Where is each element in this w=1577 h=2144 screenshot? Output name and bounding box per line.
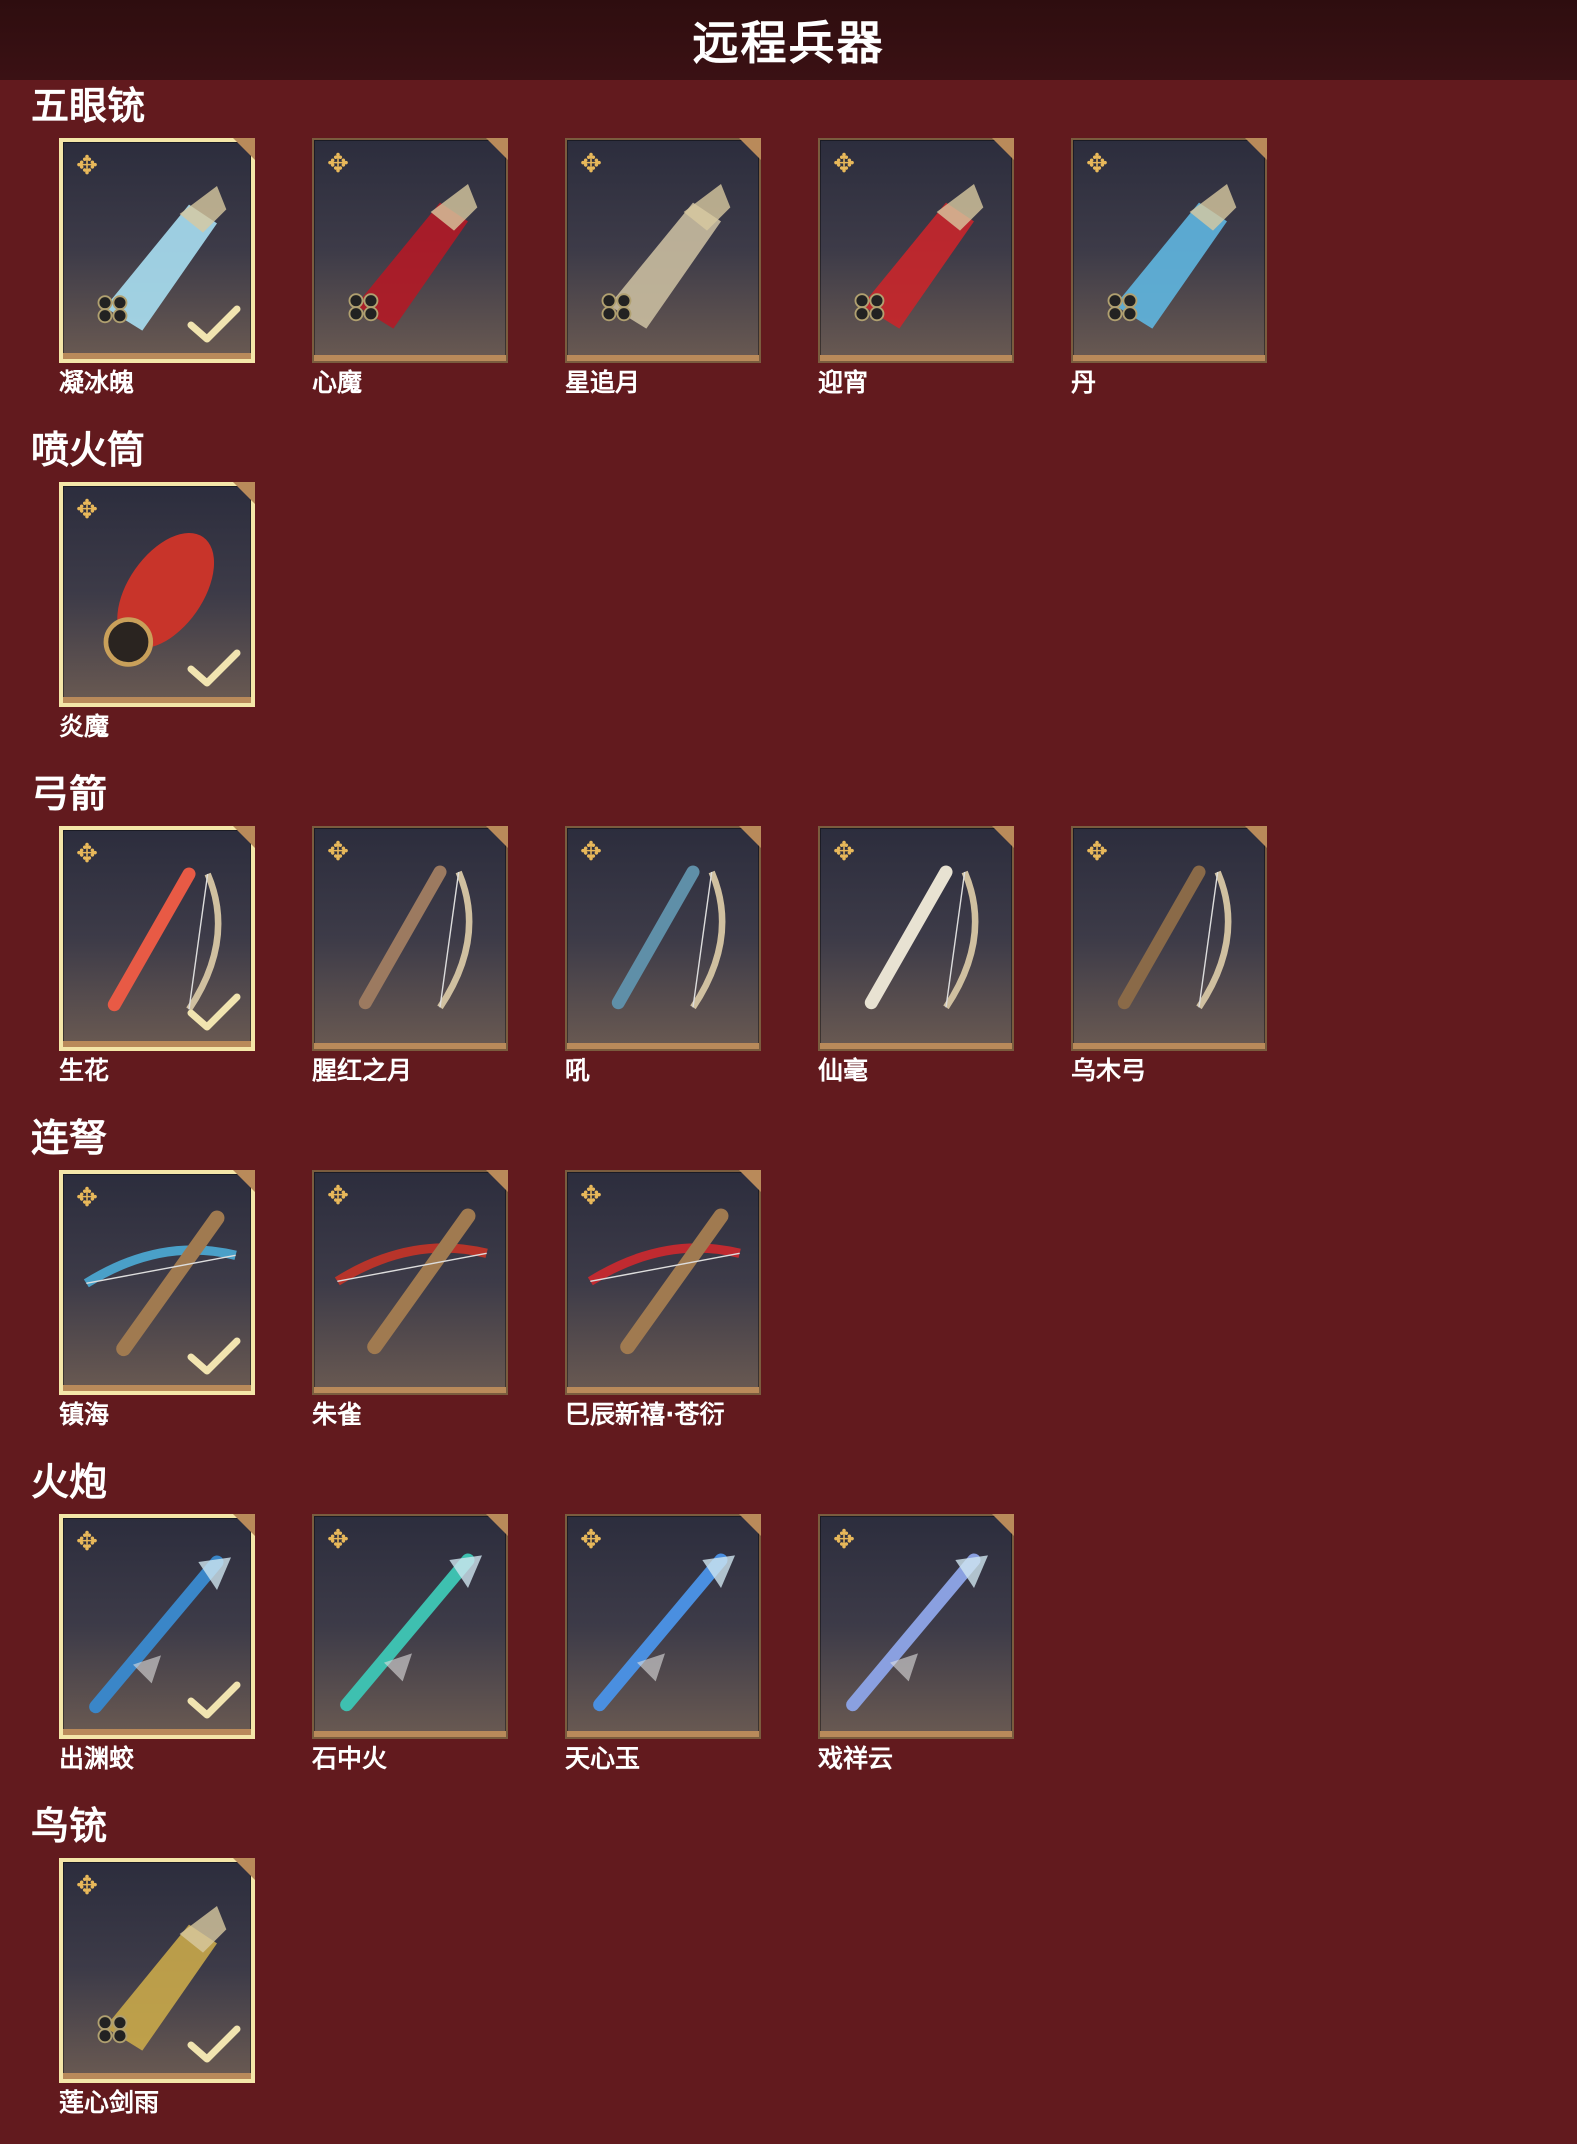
corner-tag-icon [486,1170,508,1192]
weapon-skin-card[interactable]: ✥ [818,826,1014,1051]
corner-tag-icon [1245,138,1267,160]
weapon-skin-card[interactable]: ✥ [1071,138,1267,363]
weapon-skin-name: 莲心剑雨 [59,2088,160,2117]
corner-tag-icon [992,1514,1014,1536]
checkmark-icon [187,993,241,1031]
page-title: 远程兵器 [692,16,885,70]
weapon-skin-card[interactable]: ✥ [59,482,255,707]
corner-tag-icon [739,1514,761,1536]
bow-roar-icon [611,865,726,1010]
bow-immortal-icon [864,865,979,1010]
weapon-skin-name: 凝冰魄 [59,368,135,397]
weapon-skin-name: 巳辰新禧·苍衍 [565,1400,725,1429]
corner-tag-icon [739,1170,761,1192]
category-title: 喷火筒 [31,428,146,472]
weapon-skin-card[interactable]: ✥ [59,1170,255,1395]
category-title: 连弩 [31,1116,108,1160]
weapon-skin-card[interactable]: ✥ [59,1514,255,1739]
bow-ebony-icon [1117,865,1232,1010]
corner-tag-icon [233,138,255,160]
weapon-skin-name: 生花 [59,1056,110,1085]
weapon-skin-name: 仙毫 [818,1056,869,1085]
checkmark-icon [187,649,241,687]
checkmark-icon [187,1681,241,1719]
cannon-stone-fire-icon [340,1553,482,1712]
cannon-cloud-icon [846,1553,988,1712]
checkmark-icon [187,2025,241,2063]
weapon-skin-card[interactable]: ✥ [312,1170,508,1395]
corner-tag-icon [233,1170,255,1192]
weapon-skin-card[interactable]: ✥ [59,138,255,363]
five-barrel-gun-moon-icon [601,184,731,329]
weapon-skin-card[interactable]: ✥ [818,1514,1014,1739]
corner-tag-icon [486,138,508,160]
corner-tag-icon [739,138,761,160]
weapon-skin-name: 星追月 [565,368,641,397]
five-barrel-gun-festive-icon [854,184,984,329]
cannon-jade-icon [593,1553,735,1712]
weapon-skin-card[interactable]: ✥ [312,826,508,1051]
category-title: 鸟铳 [31,1804,108,1848]
corner-tag-icon [992,138,1014,160]
corner-tag-icon [486,826,508,848]
five-barrel-gun-demon-icon [348,184,478,329]
crossbow-phoenix-icon [334,1208,488,1355]
corner-tag-icon [233,482,255,504]
weapon-skin-name: 朱雀 [312,1400,363,1429]
corner-tag-icon [486,1514,508,1536]
checkmark-icon [187,1337,241,1375]
weapon-skin-name: 石中火 [312,1744,388,1773]
corner-tag-icon [992,826,1014,848]
category-title: 五眼铳 [31,84,146,128]
weapon-skin-card[interactable]: ✥ [312,1514,508,1739]
five-barrel-gun-crane-icon [1107,184,1237,329]
bow-crimson-moon-icon [358,865,473,1010]
weapon-skin-card[interactable]: ✥ [1071,826,1267,1051]
weapon-skin-name: 丹 [1071,368,1097,397]
weapon-skin-card[interactable]: ✥ [565,138,761,363]
checkmark-icon [187,305,241,343]
weapon-skin-name: 出渊蛟 [59,1744,135,1773]
crossbow-dragon-icon [587,1208,741,1355]
category-title: 火炮 [31,1460,108,1504]
weapon-skin-card[interactable]: ✥ [59,1858,255,2083]
corner-tag-icon [233,1514,255,1536]
weapon-skin-card[interactable]: ✥ [565,826,761,1051]
corner-tag-icon [1245,826,1267,848]
weapon-skin-name: 腥红之月 [312,1056,413,1085]
weapon-skin-card[interactable]: ✥ [565,1514,761,1739]
weapon-skin-card[interactable]: ✥ [818,138,1014,363]
header-bar: 远程兵器 [0,0,1577,80]
corner-tag-icon [233,1858,255,1880]
weapon-skin-card[interactable]: ✥ [59,826,255,1051]
weapon-skin-name: 吼 [565,1056,591,1085]
weapon-skin-card[interactable]: ✥ [312,138,508,363]
weapon-skin-name: 乌木弓 [1071,1056,1147,1085]
weapon-skin-name: 心魔 [312,368,363,397]
weapon-skin-card[interactable]: ✥ [565,1170,761,1395]
weapon-skin-name: 迎宵 [818,368,869,397]
weapon-skin-name: 天心玉 [565,1744,641,1773]
corner-tag-icon [233,826,255,848]
weapon-skin-name: 炎魔 [59,712,110,741]
category-title: 弓箭 [31,772,108,816]
corner-tag-icon [739,826,761,848]
weapon-skin-name: 戏祥云 [818,1744,894,1773]
weapon-skin-name: 镇海 [59,1400,110,1429]
